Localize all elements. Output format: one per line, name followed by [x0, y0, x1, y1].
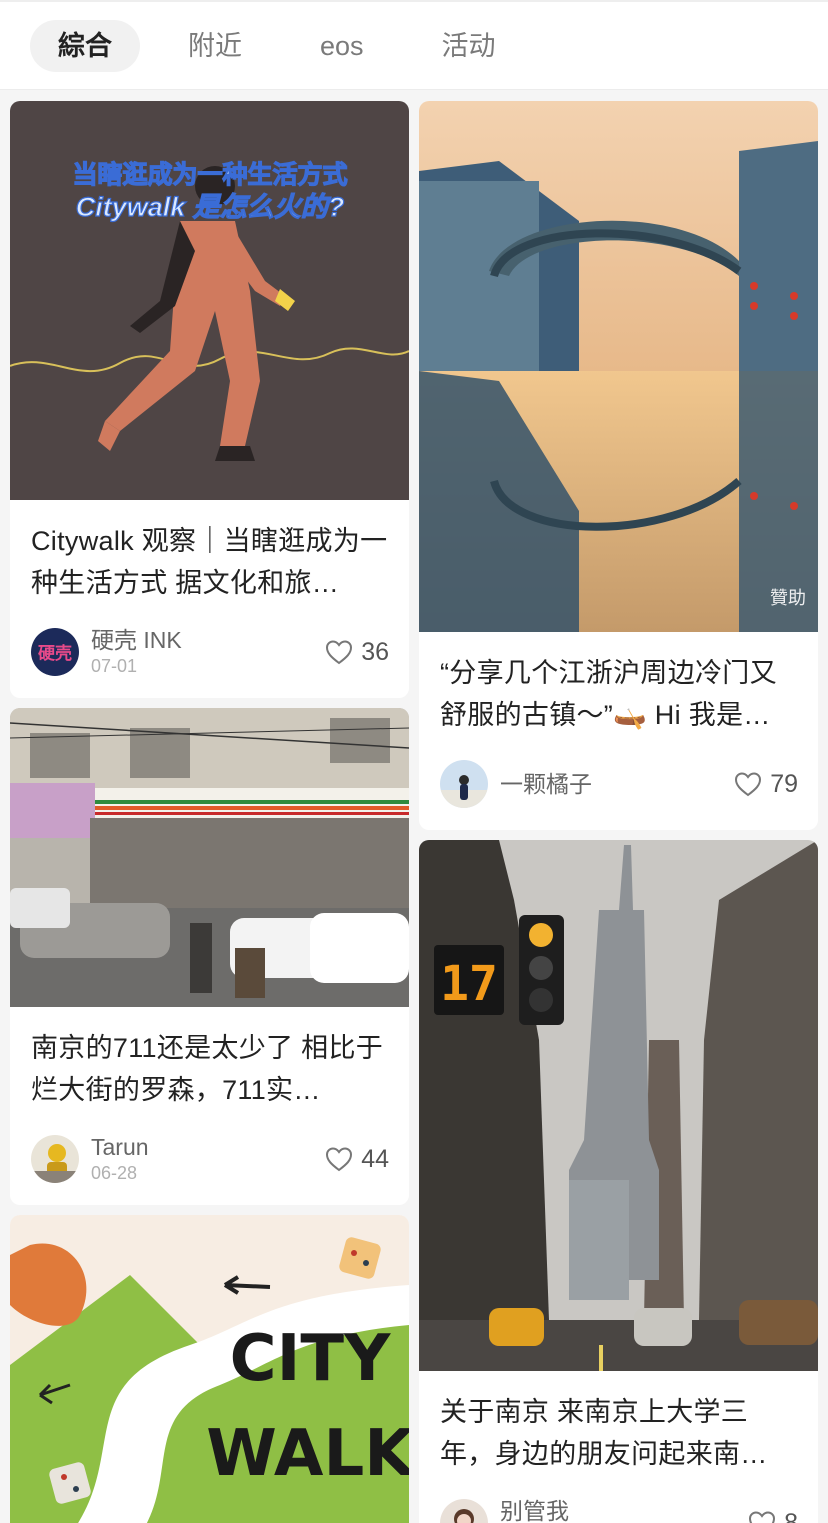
- avatar-logo-text: 硬壳: [38, 643, 72, 664]
- card-cover-image[interactable]: 当瞎逛成为一种生活方式 Citywalk 是怎么火的?: [10, 101, 409, 500]
- feed-card[interactable]: 17 关于南京 来南京上大学三年，身边的朋友问起来南… 别管我 8: [419, 840, 818, 1523]
- card-cover-image[interactable]: CITY WALK: [10, 1215, 409, 1523]
- tab-nearby[interactable]: 附近: [160, 20, 270, 72]
- card-cover-image[interactable]: 贊助: [419, 101, 818, 632]
- tab-eos[interactable]: eos: [292, 20, 392, 72]
- cover-headline-1: 当瞎逛成为一种生活方式: [72, 160, 347, 189]
- like-count: 79: [770, 769, 798, 798]
- like-button[interactable]: 8: [748, 1509, 798, 1523]
- heart-outline-icon: [735, 772, 762, 797]
- feed-card[interactable]: 当瞎逛成为一种生活方式 Citywalk 是怎么火的? Citywalk 观察｜…: [10, 101, 409, 698]
- card-title: 南京的711还是太少了 相比于烂大街的罗森，711实…: [31, 1033, 384, 1105]
- nanjing-skyline-photo: 17: [419, 840, 818, 1371]
- like-button[interactable]: 36: [325, 638, 389, 667]
- citywalk-illustration: 当瞎逛成为一种生活方式 Citywalk 是怎么火的?: [10, 101, 409, 500]
- feed-column-left: 当瞎逛成为一种生活方式 Citywalk 是怎么火的? Citywalk 观察｜…: [10, 101, 409, 1523]
- city-walk-poster: CITY WALK: [10, 1215, 409, 1523]
- like-count: 36: [361, 637, 389, 666]
- author-name[interactable]: Tarun: [91, 1134, 325, 1160]
- category-tab-bar: 綜合 附近 eos 活动: [0, 0, 828, 90]
- street-store-photo: [10, 708, 409, 1007]
- avatar[interactable]: [31, 1135, 79, 1183]
- post-date: 06-28: [91, 1163, 138, 1183]
- tab-activity[interactable]: 活动: [414, 20, 524, 72]
- heart-outline-icon: [749, 1511, 776, 1523]
- avatar[interactable]: [440, 760, 488, 808]
- card-cover-image[interactable]: 17: [419, 840, 818, 1371]
- signal-countdown: 17: [440, 956, 498, 1012]
- author-name[interactable]: 一颗橘子: [500, 771, 734, 797]
- post-date: 07-01: [91, 656, 138, 676]
- like-button[interactable]: 44: [325, 1145, 389, 1174]
- card-title: Citywalk 观察｜当瞎逛成为一种生活方式 据文化和旅…: [31, 526, 388, 598]
- poster-title-1: CITY: [230, 1322, 391, 1396]
- sponsored-label: 贊助: [770, 588, 806, 608]
- feed-card[interactable]: 南京的711还是太少了 相比于烂大街的罗森，711实… Tarun 06-28: [10, 708, 409, 1205]
- feed-card[interactable]: CITY WALK: [10, 1215, 409, 1523]
- like-count: 8: [784, 1508, 798, 1523]
- card-cover-image[interactable]: [10, 708, 409, 1007]
- like-count: 44: [361, 1144, 389, 1173]
- water-town-bridge-photo: [419, 101, 818, 632]
- feed-card[interactable]: 贊助 “分享几个江浙沪周边冷门又舒服的古镇～”🛶 Hi 我是… 一颗橘子 79: [419, 101, 818, 830]
- avatar[interactable]: [440, 1499, 488, 1523]
- cover-headline-2: Citywalk 是怎么火的?: [76, 192, 345, 222]
- author-name[interactable]: 硬壳 INK: [91, 627, 325, 653]
- feed-column-right: 贊助 “分享几个江浙沪周边冷门又舒服的古镇～”🛶 Hi 我是… 一颗橘子 79 …: [419, 101, 818, 1523]
- heart-outline-icon: [326, 1147, 353, 1172]
- poster-title-2: WALK: [206, 1417, 409, 1491]
- card-title: “分享几个江浙沪周边冷门又舒服的古镇～”🛶 Hi 我是…: [440, 658, 777, 730]
- avatar[interactable]: 硬壳: [31, 628, 79, 676]
- heart-outline-icon: [326, 640, 353, 665]
- tab-comprehensive[interactable]: 綜合: [30, 19, 140, 72]
- author-name[interactable]: 别管我: [500, 1498, 748, 1523]
- like-button[interactable]: 79: [734, 770, 798, 799]
- card-title: 关于南京 来南京上大学三年，身边的朋友问起来南…: [440, 1397, 768, 1469]
